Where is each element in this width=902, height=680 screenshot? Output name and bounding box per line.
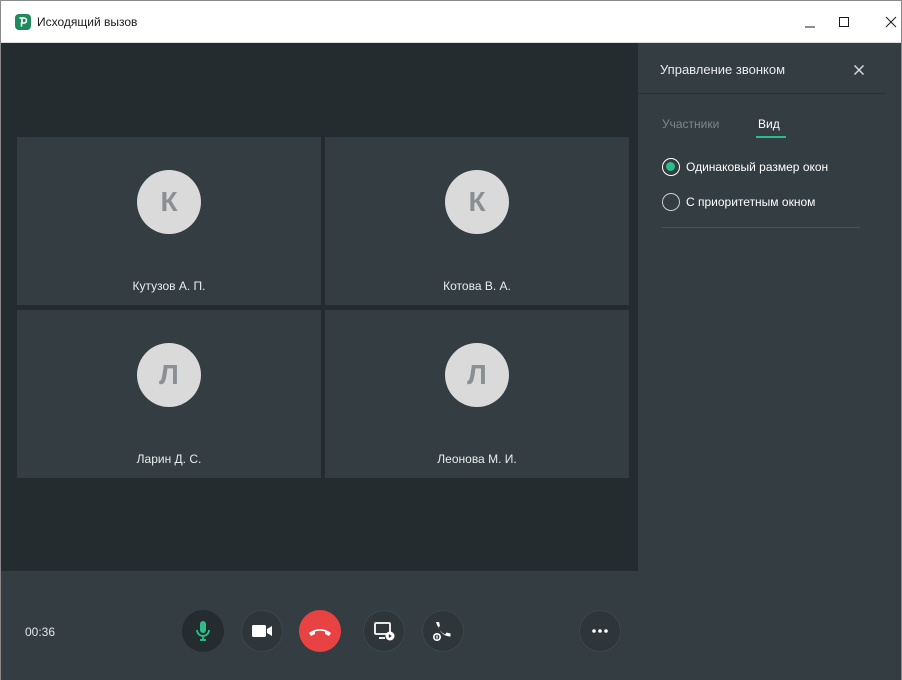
hang-up-icon	[309, 629, 331, 636]
panel-title: Управление звонком	[660, 62, 786, 77]
active-tab-indicator	[756, 136, 786, 138]
app-logo-icon	[15, 14, 31, 30]
participant-name: Котова В. А.	[443, 279, 511, 293]
radio-button[interactable]	[662, 193, 680, 211]
video-grid: К Кутузов А. П. К Котова В. А. Л Ларин Д…	[1, 43, 638, 571]
close-icon	[853, 64, 865, 76]
tab-view[interactable]: Вид	[758, 117, 780, 131]
title-bar: Исходящий вызов	[1, 1, 901, 43]
avatar: Л	[445, 343, 509, 407]
camera-icon	[252, 625, 272, 637]
radio-label: С приоритетным окном	[686, 195, 816, 209]
close-window-button[interactable]	[868, 1, 902, 43]
divider	[638, 93, 886, 94]
participant-tile[interactable]: К Кутузов А. П.	[17, 137, 321, 305]
tab-participants[interactable]: Участники	[662, 117, 719, 131]
participant-name: Кутузов А. П.	[132, 279, 206, 293]
participant-tile[interactable]: Л Леонова М. И.	[325, 310, 629, 478]
more-icon	[592, 629, 608, 633]
microphone-button[interactable]	[182, 610, 224, 652]
radio-button-checked[interactable]	[662, 158, 680, 176]
radio-dot	[666, 162, 675, 171]
minimize-icon	[805, 26, 815, 28]
window-title: Исходящий вызов	[37, 15, 138, 29]
close-panel-button[interactable]	[851, 62, 867, 78]
call-window: Исходящий вызов К Кутузов А. П. К Котова…	[0, 0, 902, 680]
hang-up-button[interactable]	[299, 610, 341, 652]
screen-share-button[interactable]	[363, 610, 405, 652]
participant-tile[interactable]: К Котова В. А.	[325, 137, 629, 305]
close-icon	[885, 16, 897, 28]
avatar: Л	[137, 343, 201, 407]
call-control-bar: 00:36	[1, 571, 638, 680]
divider	[662, 227, 860, 228]
maximize-button[interactable]	[821, 1, 867, 43]
microphone-icon	[196, 621, 210, 641]
avatar: К	[445, 170, 509, 234]
screen-share-icon	[374, 622, 395, 641]
radio-label: Одинаковый размер окон	[686, 160, 829, 174]
call-transfer-icon	[433, 622, 451, 641]
call-timer: 00:36	[25, 625, 56, 639]
participant-name: Ларин Д. С.	[136, 452, 202, 466]
call-management-panel: Управление звонком Участники Вид Одинако…	[638, 43, 901, 680]
camera-button[interactable]	[241, 610, 283, 652]
avatar: К	[137, 170, 201, 234]
maximize-icon	[839, 17, 849, 27]
participant-name: Леонова М. И.	[437, 452, 517, 466]
more-options-button[interactable]	[579, 610, 621, 652]
call-transfer-button[interactable]	[422, 610, 464, 652]
participant-tile[interactable]: Л Ларин Д. С.	[17, 310, 321, 478]
